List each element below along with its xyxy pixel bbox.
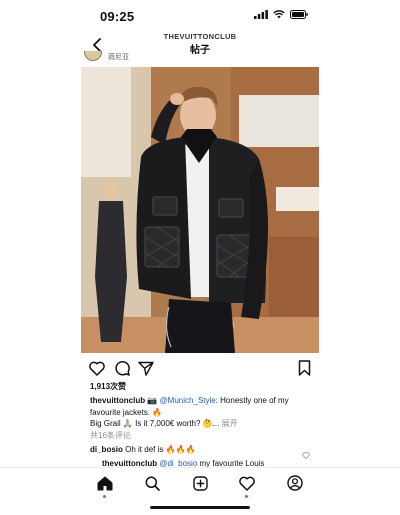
comment-text: my favourite Louis	[199, 459, 265, 467]
home-notification-dot	[103, 495, 106, 498]
home-icon	[97, 476, 113, 490]
status-bar: 09:25	[0, 0, 400, 30]
likes-count[interactable]: 1,913次赞	[90, 381, 126, 392]
tab-new-post[interactable]	[190, 473, 210, 493]
activity-notification-dot	[245, 495, 248, 498]
save-button[interactable]	[294, 358, 314, 378]
caption-line2: Big Grail 🙏🏼 Is it 7,000€ worth? 🤔...	[90, 419, 220, 428]
profile-icon	[287, 475, 303, 491]
tab-home[interactable]	[95, 473, 115, 493]
comment-bubble-icon	[115, 361, 130, 376]
post-caption: thevuittonclub 📷 @Munich_Style: Honestly…	[90, 395, 314, 430]
post-image	[81, 67, 319, 353]
tab-activity[interactable]	[237, 473, 257, 493]
comment-item: thevuittonclub @di_bosio my favourite Lo…	[90, 459, 316, 467]
comment-mention[interactable]: @di_bosio	[159, 459, 197, 467]
camera-emoji: 📷	[147, 396, 158, 405]
heart-icon	[302, 452, 310, 460]
post-author-name[interactable]: 薇尼亚	[108, 52, 129, 62]
share-button[interactable]	[136, 358, 156, 378]
clock: 09:25	[100, 9, 135, 24]
comment-username[interactable]: di_bosio	[90, 445, 123, 454]
post-actions	[81, 358, 319, 378]
expand-caption-link[interactable]: 展开	[222, 419, 238, 428]
tab-profile[interactable]	[285, 473, 305, 493]
battery-icon	[290, 10, 308, 19]
home-indicator	[150, 506, 250, 509]
status-icons	[254, 10, 308, 19]
signal-icon	[254, 10, 268, 19]
bottom-tab-bar	[0, 467, 400, 501]
caption-username[interactable]: thevuittonclub	[90, 396, 145, 405]
account-name: THEVUITTONCLUB	[163, 32, 237, 41]
tab-search[interactable]	[142, 473, 162, 493]
paper-plane-icon	[138, 361, 154, 376]
comment-text: Oh it def is 🔥🔥🔥	[125, 445, 196, 454]
bookmark-icon	[298, 360, 310, 376]
post-author-row[interactable]: 薇尼亚	[81, 51, 319, 66]
caption-mention[interactable]: @Munich_Style	[160, 396, 216, 405]
heart-icon	[89, 361, 105, 376]
comment-username[interactable]: thevuittonclub	[102, 459, 157, 467]
search-icon	[145, 476, 160, 491]
comment-item: di_bosio Oh it def is 🔥🔥🔥	[90, 445, 316, 454]
heart-icon	[239, 476, 255, 491]
post-photo[interactable]	[81, 67, 319, 353]
wifi-icon	[273, 10, 285, 19]
add-post-icon	[192, 475, 208, 491]
avatar[interactable]	[84, 51, 102, 61]
view-all-comments-link[interactable]: 共16条评论	[90, 430, 131, 441]
comment-button[interactable]	[112, 358, 132, 378]
like-button[interactable]	[87, 358, 107, 378]
